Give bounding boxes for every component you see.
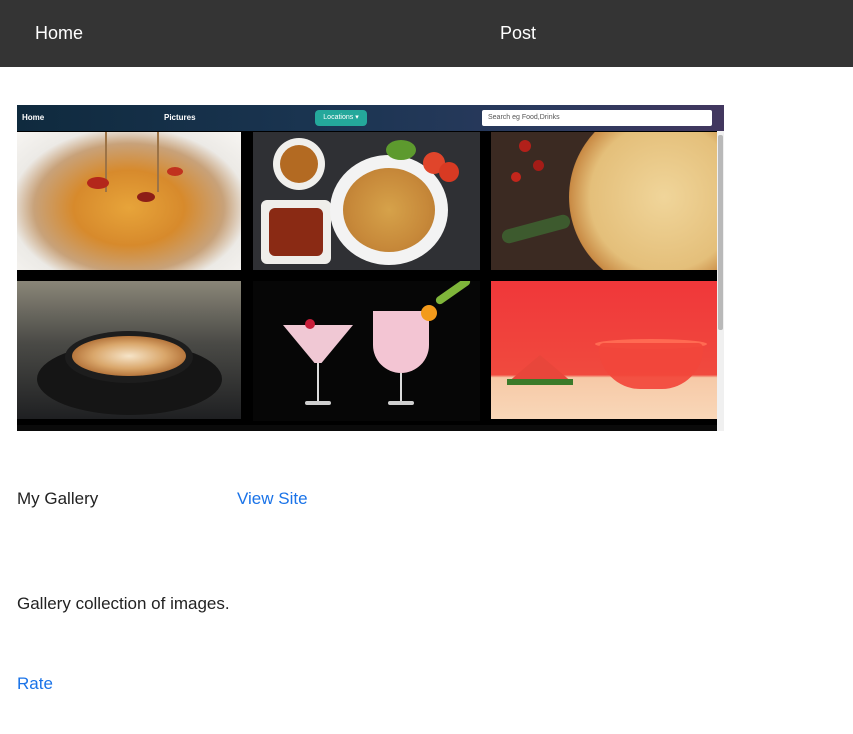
pasta-image xyxy=(17,132,241,270)
cocktails-image xyxy=(253,281,480,421)
project-description: Gallery collection of images. xyxy=(17,594,230,613)
top-navbar: Home Post xyxy=(0,0,853,67)
screenshot-home-label: Home xyxy=(22,113,45,122)
screenshot-navbar: Home Pictures Locations ▾ Search eg Food… xyxy=(17,105,724,131)
project-screenshot: Home Pictures Locations ▾ Search eg Food… xyxy=(17,105,724,431)
screenshot-pictures-label: Pictures xyxy=(164,113,196,122)
project-title: My Gallery xyxy=(17,489,99,508)
screenshot-scrollbar-thumb xyxy=(718,135,723,330)
screenshot-locations-dropdown: Locations ▾ xyxy=(315,110,367,126)
watermelon-image xyxy=(491,281,717,419)
screenshot-search-box: Search eg Food,Drinks xyxy=(482,110,712,126)
coffee-image xyxy=(17,281,241,419)
nav-post-link[interactable]: Post xyxy=(500,23,536,43)
pizza-image xyxy=(491,132,717,270)
nav-home-link[interactable]: Home xyxy=(35,23,83,43)
rice-plate-image xyxy=(253,132,480,270)
view-site-link[interactable]: View Site xyxy=(237,489,308,509)
rate-link[interactable]: Rate xyxy=(17,674,53,694)
screenshot-bottom-strip xyxy=(17,425,717,431)
